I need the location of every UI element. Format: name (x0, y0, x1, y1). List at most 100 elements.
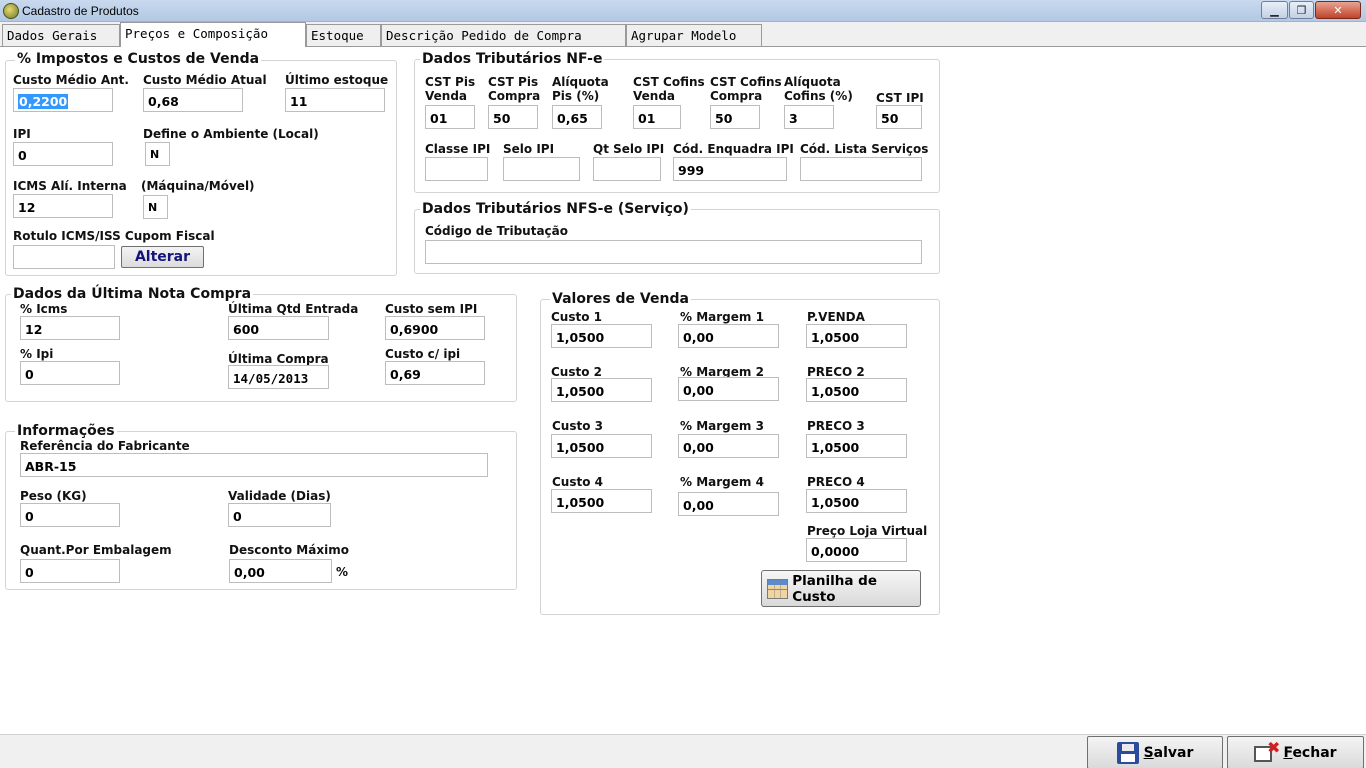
custo-sem-ipi-label: Custo sem IPI (385, 302, 478, 316)
referencia-label: Referência do Fabricante (20, 439, 190, 453)
ipi-label: IPI (13, 127, 31, 141)
aliquota-cofins-field[interactable]: 3 (784, 105, 834, 129)
custo-2-field[interactable]: 1,0500 (551, 378, 652, 402)
ipi-field[interactable]: 0 (13, 142, 113, 166)
custo-medio-atual-field[interactable]: 0,68 (143, 88, 243, 112)
preco-1-field[interactable]: 1,0500 (806, 324, 907, 348)
quant-embalagem-field[interactable]: 0 (20, 559, 120, 583)
margem-4-field[interactable]: 0,00 (678, 492, 779, 516)
tab-strip: Dados Gerais Preços e Composição Estoque… (0, 22, 1366, 47)
peso-field[interactable]: 0 (20, 503, 120, 527)
cst-pis-venda-field[interactable]: 01 (425, 105, 475, 129)
tab-estoque[interactable]: Estoque (306, 24, 381, 46)
floppy-disk-icon (1116, 741, 1139, 764)
aliquota-pis-field[interactable]: 0,65 (552, 105, 602, 129)
custo-com-ipi-field[interactable]: 0,69 (385, 361, 485, 385)
custo-sem-ipi-field[interactable]: 0,6900 (385, 316, 485, 340)
salvar-button[interactable]: Salvar (1087, 736, 1223, 768)
custo-3-field[interactable]: 1,0500 (551, 434, 652, 458)
icms-interna-field[interactable]: 12 (13, 194, 113, 218)
qt-selo-ipi-label: Qt Selo IPI (593, 142, 665, 156)
custo-2-label: Custo 2 (551, 365, 602, 379)
classe-ipi-field[interactable] (425, 157, 488, 181)
codigo-tributacao-label: Código de Tributação (425, 224, 568, 238)
tab-descricao-pedido-compra[interactable]: Descrição Pedido de Compra (381, 24, 626, 46)
planilha-custo-button[interactable]: Planilha de Custo (761, 570, 921, 607)
planilha-custo-label: Planilha de Custo (792, 572, 877, 605)
custo-1-field[interactable]: 1,0500 (551, 324, 652, 348)
alterar-button[interactable]: Alterar (121, 246, 204, 268)
ambiente-label: Define o Ambiente (Local) (143, 127, 319, 141)
ultimo-estoque-field[interactable]: 11 (285, 88, 385, 112)
margem-1-field[interactable]: 0,00 (678, 324, 779, 348)
desconto-field[interactable]: 0,00 (229, 559, 332, 583)
preco-3-field[interactable]: 1,0500 (806, 434, 907, 458)
rotulo-label: Rotulo ICMS/ISS Cupom Fiscal (13, 229, 215, 243)
cst-pis-compra-field[interactable]: 50 (488, 105, 538, 129)
qtd-entrada-field[interactable]: 600 (228, 316, 329, 340)
maquina-movel-field[interactable]: N (143, 195, 168, 219)
preco-2-field[interactable]: 1,0500 (806, 378, 907, 402)
maximize-button[interactable]: ❐ (1289, 1, 1314, 19)
ultima-icms-label: % Icms (20, 302, 68, 316)
tab-precos-composicao[interactable]: Preços e Composição (120, 22, 306, 47)
margem-4-label: % Margem 4 (680, 475, 764, 489)
cst-cofins-compra-field[interactable]: 50 (710, 105, 760, 129)
salvar-label: Salvar (1143, 744, 1194, 761)
custo-3-label: Custo 3 (552, 419, 603, 433)
spreadsheet-icon (767, 578, 789, 599)
custo-1-label: Custo 1 (551, 310, 602, 324)
custo-medio-ant-label: Custo Médio Ant. (13, 73, 129, 87)
close-button[interactable]: ✕ (1315, 1, 1361, 19)
selo-ipi-label: Selo IPI (503, 142, 555, 156)
margem-3-field[interactable]: 0,00 (678, 434, 779, 458)
qt-selo-ipi-field[interactable] (593, 157, 661, 181)
ultimo-estoque-label: Último estoque (285, 73, 389, 87)
informacoes-title: Informações (15, 423, 117, 439)
title-bar: Cadastro de Produtos ▁ ❐ ✕ (0, 0, 1366, 22)
custo-medio-ant-field[interactable]: 0,2200 (13, 88, 113, 112)
preco-3-label: PRECO 3 (807, 419, 865, 433)
app-icon (3, 3, 19, 19)
margem-1-label: % Margem 1 (680, 310, 764, 324)
margem-2-field[interactable]: 0,00 (678, 377, 779, 401)
preco-4-label: PRECO 4 (807, 475, 865, 489)
cod-enquadra-ipi-field[interactable]: 999 (673, 157, 787, 181)
selo-ipi-field[interactable] (503, 157, 580, 181)
icms-interna-label: ICMS Alí. Interna (13, 179, 127, 193)
minimize-button[interactable]: ▁ (1261, 1, 1288, 19)
ultima-icms-field[interactable]: 12 (20, 316, 120, 340)
tab-agrupar-modelo[interactable]: Agrupar Modelo (626, 24, 762, 46)
custo-4-field[interactable]: 1,0500 (551, 489, 652, 513)
cod-lista-servicos-label: Cód. Lista Serviços (800, 142, 929, 156)
custo-4-label: Custo 4 (552, 475, 603, 489)
rotulo-field[interactable] (13, 245, 115, 269)
referencia-field[interactable]: ABR-15 (20, 453, 488, 477)
peso-label: Peso (KG) (20, 489, 87, 503)
loja-virtual-field[interactable]: 0,0000 (806, 538, 907, 562)
aliquota-cofins-label: Alíquota Cofins (%) (784, 75, 853, 103)
preco-2-label: PRECO 2 (807, 365, 865, 379)
cst-cofins-compra-label: CST Cofins Compra (710, 75, 782, 103)
cst-pis-compra-label: CST Pis Compra (488, 75, 541, 103)
ultima-nota-title: Dados da Última Nota Compra (11, 286, 254, 302)
cod-lista-servicos-field[interactable] (800, 157, 922, 181)
preco-4-field[interactable]: 1,0500 (806, 489, 907, 513)
fechar-button[interactable]: ✖ Fechar (1227, 736, 1364, 768)
tab-dados-gerais[interactable]: Dados Gerais (2, 24, 120, 46)
cst-cofins-venda-label: CST Cofins Venda (633, 75, 705, 103)
ultima-ipi-field[interactable]: 0 (20, 361, 120, 385)
valores-venda-title: Valores de Venda (550, 291, 691, 307)
cst-ipi-field[interactable]: 50 (876, 105, 922, 129)
window-title: Cadastro de Produtos (22, 4, 139, 18)
cst-ipi-label: CST IPI (876, 91, 924, 105)
ultima-compra-field[interactable]: 14/05/2013 (228, 365, 329, 389)
preco-1-label: P.VENDA (807, 310, 865, 324)
validade-field[interactable]: 0 (228, 503, 331, 527)
codigo-tributacao-field[interactable] (425, 240, 922, 264)
ambiente-field[interactable]: N (145, 142, 170, 166)
classe-ipi-label: Classe IPI (425, 142, 491, 156)
aliquota-pis-label: Alíquota Pis (%) (552, 75, 609, 103)
cst-cofins-venda-field[interactable]: 01 (633, 105, 681, 129)
ultima-compra-label: Última Compra (228, 352, 329, 366)
